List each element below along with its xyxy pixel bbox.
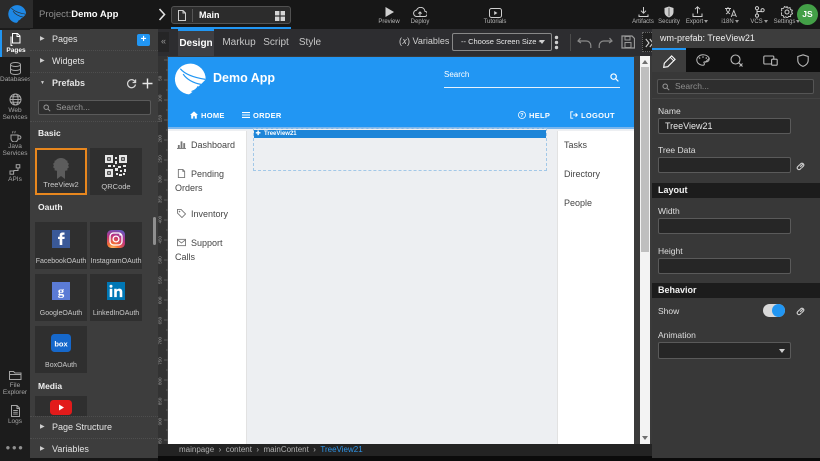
svg-text:?: ?	[520, 113, 524, 119]
svg-text:750: 750	[158, 357, 163, 365]
svg-text:600: 600	[158, 296, 163, 304]
svg-text:150: 150	[158, 114, 163, 122]
svg-text:800: 800	[158, 377, 163, 385]
svg-text:100: 100	[158, 94, 163, 102]
svg-text:50: 50	[158, 75, 163, 81]
svg-text:200: 200	[158, 135, 163, 143]
svg-text:650: 650	[158, 316, 163, 324]
svg-text:700: 700	[158, 337, 163, 345]
svg-text:550: 550	[158, 276, 163, 284]
svg-text:900: 900	[158, 417, 163, 425]
svg-text:250: 250	[158, 155, 163, 163]
svg-text:300: 300	[158, 175, 163, 183]
svg-text:g: g	[58, 284, 65, 299]
svg-text:500: 500	[158, 256, 163, 264]
svg-text:850: 850	[158, 397, 163, 405]
svg-text:450: 450	[158, 236, 163, 244]
svg-text:350: 350	[158, 195, 163, 203]
svg-text:400: 400	[158, 215, 163, 223]
svg-text:box: box	[54, 340, 68, 349]
